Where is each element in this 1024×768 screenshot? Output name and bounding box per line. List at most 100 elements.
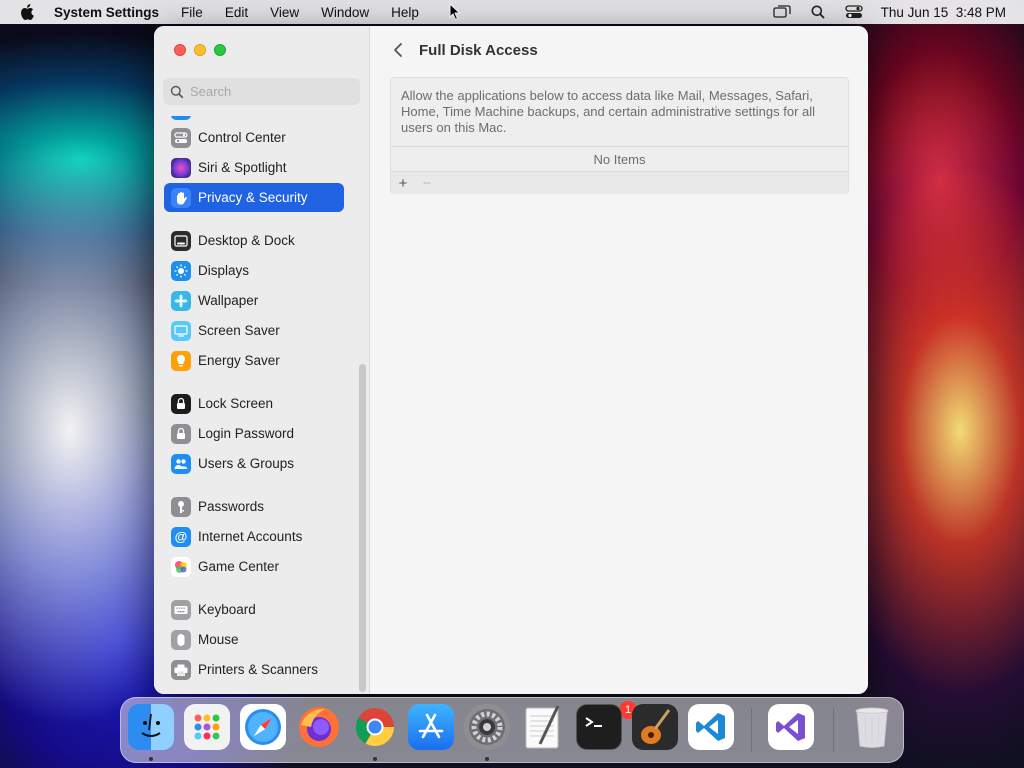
sidebar-item-label: Keyboard — [198, 602, 256, 617]
full-disk-access-panel: Allow the applications below to access d… — [390, 77, 849, 194]
gear-icon — [469, 709, 505, 745]
key-icon — [171, 496, 191, 517]
spotlight-search-icon[interactable] — [809, 4, 827, 20]
lightbulb-icon — [171, 350, 191, 371]
sidebar-item-label: Control Center — [198, 130, 286, 145]
dock-textedit[interactable] — [520, 704, 566, 750]
launchpad-icon — [194, 714, 220, 740]
chevron-left-icon — [394, 43, 402, 57]
minimize-window-button[interactable] — [194, 44, 206, 56]
sidebar-item-desktop-dock[interactable]: Desktop & Dock — [164, 226, 344, 255]
dock-garageband[interactable] — [632, 704, 678, 750]
sidebar-item-game-center[interactable]: Game Center — [164, 552, 344, 581]
trash-icon — [855, 707, 889, 748]
sidebar-item-label: Wallpaper — [198, 293, 259, 308]
vscode-icon — [696, 713, 725, 741]
users-icon — [171, 453, 191, 474]
sidebar-item-wallpaper[interactable]: Wallpaper — [164, 286, 344, 315]
window-menu[interactable]: Window — [321, 5, 369, 20]
terminal-icon — [585, 717, 602, 727]
empty-list-text: No Items — [593, 152, 646, 167]
sidebar-item-passwords[interactable]: Passwords — [164, 492, 344, 521]
back-button[interactable] — [389, 40, 407, 60]
running-indicator — [485, 757, 489, 761]
sidebar-item-privacy-security[interactable]: Privacy & Security — [164, 183, 344, 212]
sidebar-item-label: Login Password — [198, 426, 295, 441]
sidebar-item-label: Displays — [198, 263, 250, 278]
sidebar-scrollbar[interactable] — [359, 364, 366, 692]
dock-divider — [833, 708, 834, 752]
visual-studio-icon — [776, 713, 805, 741]
sidebar-item-login-password[interactable]: Login Password — [164, 419, 344, 448]
apple-menu-icon[interactable] — [18, 3, 36, 21]
sidebar-item-label: Mouse — [198, 632, 239, 647]
finder-icon — [141, 713, 161, 737]
sidebar-item-siri-spotlight[interactable]: Siri & Spotlight — [164, 153, 344, 182]
mouse-icon — [171, 629, 191, 650]
sidebar: Control Center Siri & Spotlight Privacy … — [154, 26, 370, 694]
dock-launchpad[interactable] — [184, 704, 230, 750]
sidebar-item-control-center[interactable]: Control Center — [164, 123, 344, 152]
sidebar-item-label: Privacy & Security — [198, 190, 308, 205]
screen-mirroring-icon[interactable] — [773, 4, 791, 20]
partial-item-icon — [171, 116, 191, 120]
close-window-button[interactable] — [174, 44, 186, 56]
dock-vscode[interactable] — [688, 704, 734, 750]
sidebar-item-printers-scanners[interactable]: Printers & Scanners — [164, 655, 344, 684]
sidebar-item-internet-accounts[interactable]: @ Internet Accounts — [164, 522, 344, 551]
at-icon: @ — [171, 526, 191, 547]
search-field[interactable] — [163, 78, 360, 105]
running-indicator — [373, 757, 377, 761]
panel-description: Allow the applications below to access d… — [401, 88, 816, 135]
app-name-menu[interactable]: System Settings — [54, 5, 159, 20]
sidebar-item-screen-saver[interactable]: Screen Saver — [164, 316, 344, 345]
sun-icon — [171, 260, 191, 281]
view-menu[interactable]: View — [270, 5, 299, 20]
content-pane: Full Disk Access Allow the applications … — [371, 26, 868, 694]
keyboard-icon — [171, 599, 191, 620]
edit-menu[interactable]: Edit — [225, 5, 248, 20]
dock-safari[interactable] — [240, 704, 286, 750]
dock-firefox[interactable] — [296, 704, 342, 750]
dock-chrome[interactable] — [352, 704, 398, 750]
sidebar-item-label: Users & Groups — [198, 456, 295, 471]
control-center-menu-icon[interactable] — [845, 4, 863, 20]
lock-small-icon — [171, 423, 191, 444]
sidebar-item-label: Game Center — [198, 559, 280, 574]
search-input[interactable] — [190, 84, 340, 99]
list-toolbar: + − — [391, 172, 848, 194]
file-menu[interactable]: File — [181, 5, 203, 20]
firefox-icon — [299, 707, 339, 747]
game-center-icon — [171, 556, 191, 577]
dock-terminal[interactable] — [576, 704, 622, 750]
dock: 1 — [120, 697, 904, 763]
dock-finder[interactable] — [128, 704, 174, 750]
app-store-icon — [418, 713, 444, 739]
help-menu[interactable]: Help — [391, 5, 419, 20]
screen-saver-icon — [171, 320, 191, 341]
dock-visual-studio[interactable] — [768, 704, 814, 750]
sidebar-item-mouse[interactable]: Mouse — [164, 625, 344, 654]
sidebar-item-label: Passwords — [198, 499, 265, 514]
search-icon — [170, 85, 184, 98]
safari-icon — [245, 709, 281, 745]
sidebar-item-users-groups[interactable]: Users & Groups — [164, 449, 344, 478]
remove-app-button[interactable]: − — [415, 172, 439, 194]
sidebar-item-energy-saver[interactable]: Energy Saver — [164, 346, 344, 375]
mouse-pointer-icon — [449, 3, 461, 21]
divider — [391, 146, 848, 147]
sidebar-item-label: Lock Screen — [198, 396, 274, 411]
flower-icon — [171, 290, 191, 311]
sidebar-item-displays[interactable]: Displays — [164, 256, 344, 285]
zoom-window-button[interactable] — [214, 44, 226, 56]
sidebar-item-label: Desktop & Dock — [198, 233, 295, 248]
menubar-clock[interactable]: Thu Jun 15 3:48 PM — [881, 5, 1006, 20]
dock-trash[interactable] — [849, 704, 895, 750]
dock-app-store[interactable] — [408, 704, 454, 750]
sidebar-item-keyboard[interactable]: Keyboard — [164, 595, 344, 624]
dock-system-settings[interactable] — [464, 704, 510, 750]
add-app-button[interactable]: + — [391, 172, 415, 194]
dock-icon — [171, 230, 191, 251]
sidebar-item-lock-screen[interactable]: Lock Screen — [164, 389, 344, 418]
printer-icon — [171, 659, 191, 680]
